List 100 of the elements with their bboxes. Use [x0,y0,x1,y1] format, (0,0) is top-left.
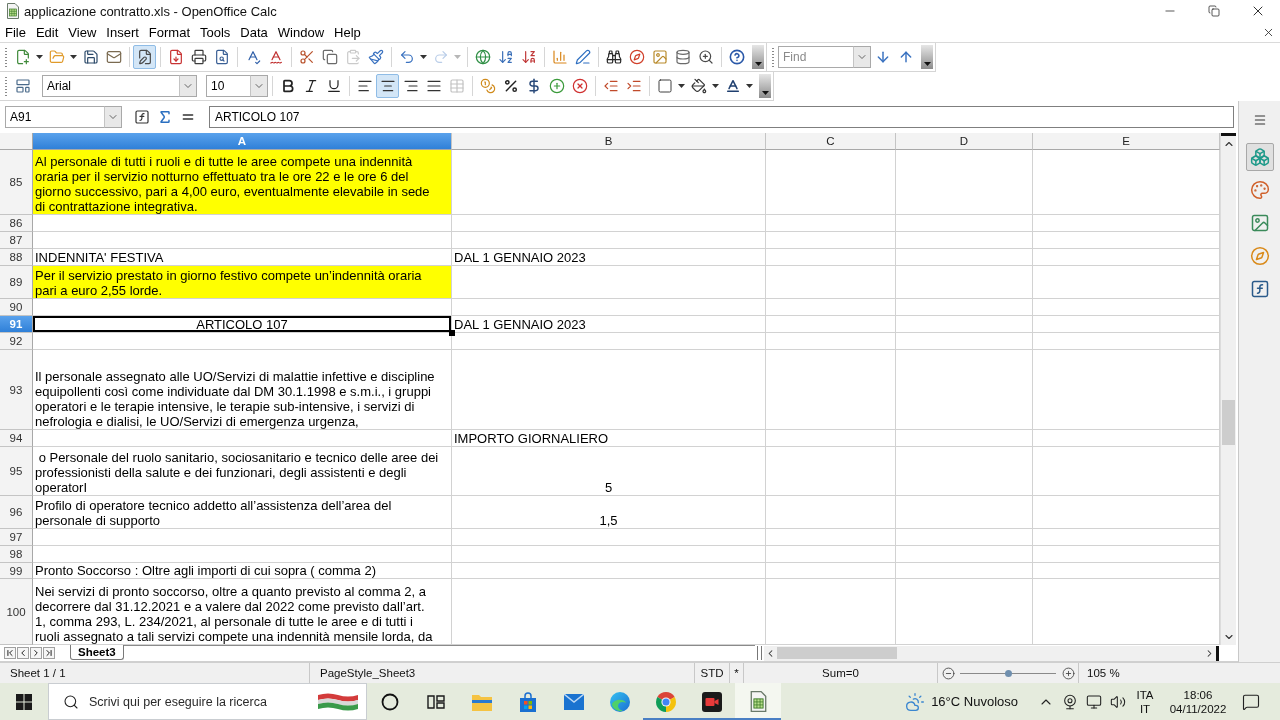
table-cell[interactable] [766,266,896,299]
table-cell[interactable]: DAL 1 GENNAIO 2023 [452,249,766,266]
align-center-button[interactable] [376,74,399,98]
menu-item[interactable]: Data [236,22,272,42]
table-cell[interactable]: o Personale del ruolo sanitario, sociosanitario e tecnico delle aree dei professionisti della salute e dei funzionari, degli assistenti e degli operatorI [33,447,452,496]
toolbar-overflow-button[interactable] [921,45,933,69]
table-cell[interactable]: Per il servizio prestato in giorno festivo compete un’indennità oraria pari a euro 2,55 lorde. [33,266,452,299]
first-sheet-button[interactable] [4,647,16,659]
table-cell[interactable] [452,563,766,579]
table-cell[interactable] [766,232,896,249]
row-header[interactable]: 92 [0,333,33,350]
table-cell[interactable] [1033,496,1220,529]
table-cell[interactable] [1033,266,1220,299]
scrollbar-thumb[interactable] [777,647,897,659]
row-header[interactable]: 96 [0,496,33,529]
table-cell[interactable] [1033,546,1220,563]
table-cell[interactable] [1033,299,1220,316]
table-cell[interactable] [896,579,1033,645]
menu-item[interactable]: Tools [196,22,235,42]
table-cell[interactable] [896,529,1033,546]
table-cell[interactable] [766,563,896,579]
font-size-field[interactable]: 10 [206,75,250,97]
table-cell[interactable] [766,150,896,215]
row-header[interactable]: 86 [0,215,33,232]
table-cell[interactable]: Il personale assegnato alle UO/Servizi di malattie infettive e discipline equipollenti così come individuate dal DM 30.1.1998 e s.m.i., i gruppi operatori e le terapie intensive, le terapie sub-intensive, i servizi di nefrologia e dialisi, le UO/Servizi di emergenza urgenza, [33,350,452,430]
horizontal-scrollbar[interactable] [764,645,1219,661]
column-header[interactable]: B [452,133,766,150]
table-cell[interactable] [1033,430,1220,447]
toolbar-overflow-button[interactable] [759,74,771,98]
table-cell[interactable] [1033,316,1220,333]
menu-item[interactable]: Help [330,22,365,42]
split-handle[interactable] [1221,133,1236,136]
clock-button[interactable]: 18:06 04/11/2022 [1160,683,1236,720]
table-cell[interactable] [896,447,1033,496]
zoom-out-button[interactable] [941,666,955,680]
table-cell[interactable]: 5 [452,447,766,496]
table-cell[interactable] [896,316,1033,333]
menu-item[interactable]: Format [144,22,194,42]
table-cell[interactable] [766,430,896,447]
table-cell[interactable]: Profilo di operatore tecnico addetto all’assistenza dell’area del personale di supporto [33,496,452,529]
vertical-scrollbar[interactable] [1220,133,1236,645]
table-cell[interactable] [1033,529,1220,546]
table-cell[interactable] [452,579,766,645]
row-header[interactable]: 97 [0,529,33,546]
table-cell[interactable] [452,333,766,350]
menu-item[interactable]: Window [273,22,329,42]
row-header[interactable]: 85 [0,150,33,215]
table-cell[interactable] [1033,249,1220,266]
table-cell[interactable] [896,215,1033,232]
table-cell[interactable] [1033,215,1220,232]
edit-file-button[interactable] [133,45,156,69]
fill-handle[interactable] [449,330,455,336]
row-header[interactable]: 89 [0,266,33,299]
table-cell[interactable]: Pronto Soccorso : Oltre agli importi di cui sopra ( comma 2) [33,563,452,579]
table-cell[interactable] [1033,563,1220,579]
menu-item[interactable]: File [1,22,30,42]
sheet-tab[interactable]: Sheet3 [70,645,124,660]
table-cell[interactable] [452,266,766,299]
column-header[interactable]: D [896,133,1033,150]
column-header[interactable]: C [766,133,896,150]
row-header[interactable]: 90 [0,299,33,316]
table-cell[interactable] [896,546,1033,563]
table-cell[interactable] [766,215,896,232]
table-cell[interactable] [452,529,766,546]
table-cell[interactable] [33,529,452,546]
table-cell[interactable] [33,430,452,447]
table-cell[interactable] [452,232,766,249]
table-cell[interactable] [766,579,896,645]
split-handle[interactable] [1216,645,1219,661]
table-cell[interactable] [896,496,1033,529]
weather-button[interactable]: 16°C Nuvoloso [901,683,1022,720]
table-cell[interactable] [766,333,896,350]
menu-item[interactable]: View [64,22,101,42]
table-cell[interactable]: IMPORTO GIORNALIERO [452,430,766,447]
table-cell[interactable] [896,249,1033,266]
table-cell[interactable] [896,333,1033,350]
search-field[interactable]: Scrivi qui per eseguire la ricerca [89,690,306,713]
find-field[interactable]: Find [778,46,853,68]
row-header[interactable]: 93 [0,350,33,430]
column-header[interactable]: E [1033,133,1220,150]
table-cell[interactable] [452,350,766,430]
row-header[interactable]: 100 [0,579,33,645]
table-cell[interactable] [33,215,452,232]
row-header[interactable]: 94 [0,430,33,447]
table-cell[interactable] [896,232,1033,249]
table-cell[interactable]: Nei servizi di pronto soccorso, oltre a quanto previsto al comma 2, a decorrere dal 31.12.2021 e a valere dal 2022 come previsto dall’art. 1, comma 293, L. 234/2021, al personale di tutte le aree e di tutti i ruoli assegnato a tali servizi compete una indennità mensile lorda, da [33,579,452,645]
table-cell[interactable] [896,563,1033,579]
menu-item[interactable]: Edit [31,22,63,42]
table-cell[interactable] [1033,232,1220,249]
name-box[interactable]: A91 [5,106,104,128]
table-cell[interactable]: ARTICOLO 107 [33,316,452,333]
table-cell[interactable] [766,546,896,563]
table-cell[interactable] [452,150,766,215]
menu-item[interactable]: Insert [102,22,143,42]
row-header[interactable]: 87 [0,232,33,249]
zoom-in-button[interactable] [1061,666,1075,680]
font-name-field[interactable]: Arial [42,75,179,97]
language-button[interactable]: ITA IT [1130,683,1160,720]
last-sheet-button[interactable] [43,647,55,659]
table-cell[interactable] [766,350,896,430]
